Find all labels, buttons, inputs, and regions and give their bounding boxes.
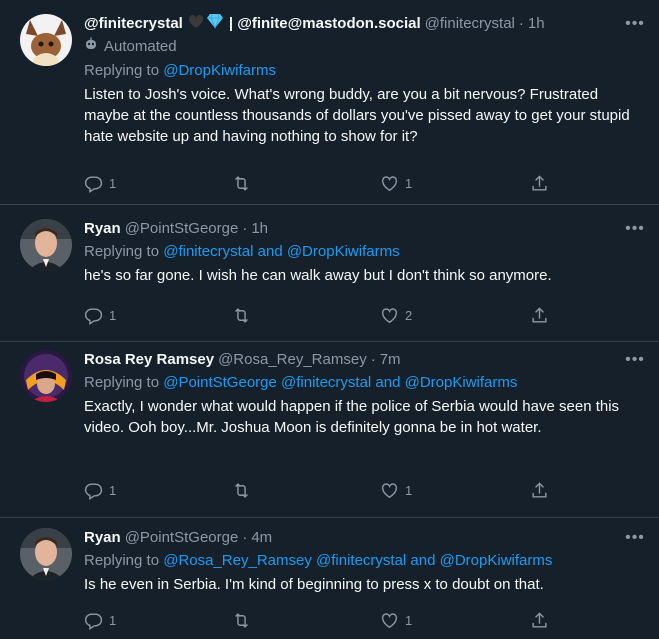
reply-count: 1 bbox=[109, 307, 117, 323]
black-heart-icon bbox=[188, 14, 204, 34]
retweet-button[interactable] bbox=[232, 478, 257, 502]
share-icon bbox=[530, 481, 549, 500]
avatar[interactable] bbox=[20, 350, 72, 402]
tweet-actions: 1 2 bbox=[84, 303, 554, 327]
reply-count: 1 bbox=[109, 482, 117, 498]
tweet[interactable]: @finitecrystal | @finite@mastodon.social… bbox=[0, 0, 659, 205]
replying-prefix: Replying to bbox=[84, 552, 160, 569]
tweet-header: @finitecrystal | @finite@mastodon.social… bbox=[84, 14, 643, 34]
user-handle[interactable]: @PointStGeorge bbox=[125, 528, 239, 548]
like-count: 2 bbox=[405, 307, 413, 323]
reply-icon bbox=[84, 174, 103, 193]
mention-link[interactable]: @finitecrystal and @DropKiwifarms bbox=[163, 243, 399, 260]
like-count: 1 bbox=[405, 175, 413, 191]
retweet-button[interactable] bbox=[232, 171, 257, 195]
like-count: 1 bbox=[405, 482, 413, 498]
tweet[interactable]: Ryan @PointStGeorge · 4m Replying to @Ro… bbox=[0, 518, 659, 639]
tweet-text: Listen to Josh's voice. What's wrong bud… bbox=[84, 86, 630, 145]
timestamp[interactable]: 1h bbox=[528, 14, 545, 34]
time-separator: · bbox=[242, 220, 248, 237]
retweet-icon bbox=[232, 481, 251, 500]
time-separator: · bbox=[242, 529, 248, 546]
tweet-header: Ryan @PointStGeorge · 4m bbox=[84, 528, 643, 548]
tweet-actions: 1 1 bbox=[84, 478, 554, 502]
display-name[interactable]: @finitecrystal bbox=[84, 14, 183, 34]
reply-button[interactable]: 1 bbox=[84, 171, 116, 195]
like-icon bbox=[380, 611, 399, 630]
mention-link[interactable]: @DropKiwifarms bbox=[163, 62, 276, 79]
share-button[interactable] bbox=[530, 171, 549, 195]
like-button[interactable]: 1 bbox=[380, 478, 412, 502]
tweet-actions: 1 1 bbox=[84, 171, 554, 195]
more-icon[interactable]: ••• bbox=[625, 221, 645, 243]
timestamp[interactable]: 4m bbox=[251, 528, 272, 548]
share-button[interactable] bbox=[530, 303, 549, 327]
retweet-icon bbox=[232, 611, 251, 630]
mention-link[interactable]: @Rosa_Rey_Ramsey @finitecrystal and @Dro… bbox=[163, 552, 552, 569]
like-icon bbox=[380, 306, 399, 325]
tweet-header: Ryan @PointStGeorge · 1h bbox=[84, 219, 643, 239]
timestamp[interactable]: 7m bbox=[380, 350, 401, 370]
reply-count: 1 bbox=[109, 612, 117, 628]
share-icon bbox=[530, 174, 549, 193]
robot-icon bbox=[84, 36, 98, 58]
automated-text: Automated bbox=[104, 38, 177, 55]
tweet[interactable]: Rosa Rey Ramsey @Rosa_Rey_Ramsey · 7m Re… bbox=[0, 342, 659, 518]
retweet-button[interactable] bbox=[232, 303, 257, 327]
reply-button[interactable]: 1 bbox=[84, 608, 116, 632]
like-icon bbox=[380, 174, 399, 193]
tweet-text: Is he even in Serbia. I'm kind of beginn… bbox=[84, 576, 544, 593]
replying-to: Replying to @PointStGeorge @finitecrysta… bbox=[84, 372, 643, 394]
tweet-header: Rosa Rey Ramsey @Rosa_Rey_Ramsey · 7m bbox=[84, 350, 643, 370]
like-count: 1 bbox=[405, 612, 413, 628]
reply-icon bbox=[84, 611, 103, 630]
retweet-icon bbox=[232, 174, 251, 193]
more-icon[interactable]: ••• bbox=[625, 16, 645, 38]
like-icon bbox=[380, 481, 399, 500]
display-name-suffix[interactable]: | @finite@mastodon.social bbox=[229, 14, 421, 34]
share-icon bbox=[530, 611, 549, 630]
reply-count: 1 bbox=[109, 175, 117, 191]
like-button[interactable]: 1 bbox=[380, 608, 412, 632]
replying-to: Replying to @Rosa_Rey_Ramsey @finitecrys… bbox=[84, 550, 643, 572]
diamond-icon bbox=[206, 14, 224, 34]
tweet[interactable]: Ryan @PointStGeorge · 1h Replying to @fi… bbox=[0, 205, 659, 342]
share-button[interactable] bbox=[530, 478, 549, 502]
time-separator: · bbox=[518, 15, 524, 32]
like-button[interactable]: 1 bbox=[380, 171, 412, 195]
more-icon[interactable]: ••• bbox=[625, 352, 645, 374]
display-name[interactable]: Ryan bbox=[84, 219, 121, 239]
user-handle[interactable]: @Rosa_Rey_Ramsey bbox=[218, 350, 367, 370]
retweet-button[interactable] bbox=[232, 608, 257, 632]
reply-icon bbox=[84, 481, 103, 500]
share-button[interactable] bbox=[530, 608, 549, 632]
display-name[interactable]: Ryan bbox=[84, 528, 121, 548]
user-handle[interactable]: @PointStGeorge bbox=[125, 219, 239, 239]
tweet-text: Exactly, I wonder what would happen if t… bbox=[84, 398, 620, 436]
replying-prefix: Replying to bbox=[84, 374, 160, 391]
tweet-text: he's so far gone. I wish he can walk awa… bbox=[84, 267, 552, 284]
user-handle[interactable]: @finitecrystal bbox=[425, 14, 515, 34]
reply-button[interactable]: 1 bbox=[84, 303, 116, 327]
tweet-actions: 1 1 bbox=[84, 608, 554, 632]
more-icon[interactable]: ••• bbox=[625, 530, 645, 552]
avatar[interactable] bbox=[20, 528, 72, 580]
reply-icon bbox=[84, 306, 103, 325]
retweet-icon bbox=[232, 306, 251, 325]
automated-label: Automated bbox=[84, 36, 643, 58]
avatar[interactable] bbox=[20, 219, 72, 271]
mention-link[interactable]: @PointStGeorge @finitecrystal and @DropK… bbox=[163, 374, 517, 391]
share-icon bbox=[530, 306, 549, 325]
replying-to: Replying to @finitecrystal and @DropKiwi… bbox=[84, 241, 643, 263]
timestamp[interactable]: 1h bbox=[251, 219, 268, 239]
time-separator: · bbox=[370, 351, 376, 368]
replying-to: Replying to @DropKiwifarms bbox=[84, 60, 643, 82]
replying-prefix: Replying to bbox=[84, 62, 160, 79]
display-name[interactable]: Rosa Rey Ramsey bbox=[84, 350, 214, 370]
replying-prefix: Replying to bbox=[84, 243, 160, 260]
avatar[interactable] bbox=[20, 14, 72, 66]
reply-button[interactable]: 1 bbox=[84, 478, 116, 502]
like-button[interactable]: 2 bbox=[380, 303, 412, 327]
